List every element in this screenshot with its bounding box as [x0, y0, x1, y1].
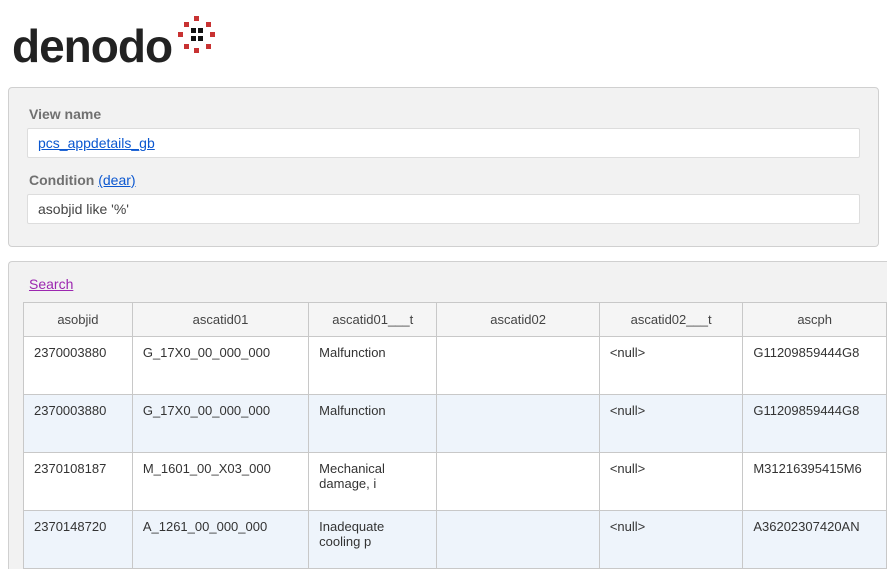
- logo-mark-icon: [176, 14, 218, 59]
- table-row[interactable]: 2370148720A_1261_00_000_000Inadequate co…: [24, 511, 887, 569]
- cell-ascatid02: [437, 511, 599, 569]
- cell-ascatid02: [437, 395, 599, 453]
- view-name-value-link[interactable]: pcs_appdetails_gb: [38, 135, 155, 151]
- cell-ascatid02: [437, 453, 599, 511]
- cell-asobjid: 2370148720: [24, 511, 133, 569]
- condition-label-text: Condition: [29, 172, 94, 188]
- logo-text: denodo: [12, 19, 172, 73]
- table-header-row: asobjid ascatid01 ascatid01___t ascatid0…: [24, 303, 887, 337]
- cell-asobjid: 2370003880: [24, 395, 133, 453]
- cell-ascatid01: A_1261_00_000_000: [132, 511, 308, 569]
- cell-ascatid02: [437, 337, 599, 395]
- cell-ascatid02___t: <null>: [599, 395, 743, 453]
- cell-asobjid: 2370003880: [24, 337, 133, 395]
- condition-value: asobjid like '%': [38, 201, 129, 217]
- search-link[interactable]: Search: [23, 276, 73, 302]
- cell-ascatid01: G_17X0_00_000_000: [132, 337, 308, 395]
- cell-ascatid02___t: <null>: [599, 337, 743, 395]
- col-ascatid01[interactable]: ascatid01: [132, 303, 308, 337]
- cell-ascatid01: G_17X0_00_000_000: [132, 395, 308, 453]
- results-panel: Search asobjid ascatid01 ascatid01___t a…: [8, 261, 887, 569]
- col-ascatid02-t[interactable]: ascatid02___t: [599, 303, 743, 337]
- table-row[interactable]: 2370003880G_17X0_00_000_000Malfunction <n…: [24, 395, 887, 453]
- cell-ascatid02___t: <null>: [599, 511, 743, 569]
- cell-ascatid01___t: Malfunction: [309, 395, 437, 453]
- col-ascatid01-t[interactable]: ascatid01___t: [309, 303, 437, 337]
- col-asobjid[interactable]: asobjid: [24, 303, 133, 337]
- view-name-input[interactable]: pcs_appdetails_gb: [27, 128, 860, 158]
- cell-ascph: G11209859444G8: [743, 337, 887, 395]
- cell-ascatid01: M_1601_00_X03_000: [132, 453, 308, 511]
- cell-asobjid: 2370108187: [24, 453, 133, 511]
- cell-ascph: G11209859444G8: [743, 395, 887, 453]
- cell-ascatid01___t: Malfunction: [309, 337, 437, 395]
- results-table: asobjid ascatid01 ascatid01___t ascatid0…: [23, 302, 887, 569]
- condition-clear-link[interactable]: (dear): [98, 172, 135, 188]
- cell-ascatid01___t: Mechanical damage, i: [309, 453, 437, 511]
- cell-ascph: A36202307420AN: [743, 511, 887, 569]
- col-ascph[interactable]: ascph: [743, 303, 887, 337]
- view-name-label: View name: [29, 106, 860, 122]
- table-row[interactable]: 2370108187M_1601_00_X03_000Mechanical da…: [24, 453, 887, 511]
- query-panel: View name pcs_appdetails_gb Condition (d…: [8, 87, 879, 247]
- table-row[interactable]: 2370003880G_17X0_00_000_000Malfunction <n…: [24, 337, 887, 395]
- logo-block: denodo: [0, 0, 887, 87]
- cell-ascatid02___t: <null>: [599, 453, 743, 511]
- condition-label: Condition (dear): [29, 172, 860, 188]
- condition-input[interactable]: asobjid like '%': [27, 194, 860, 224]
- cell-ascph: M31216395415M6: [743, 453, 887, 511]
- col-ascatid02[interactable]: ascatid02: [437, 303, 599, 337]
- cell-ascatid01___t: Inadequate cooling p: [309, 511, 437, 569]
